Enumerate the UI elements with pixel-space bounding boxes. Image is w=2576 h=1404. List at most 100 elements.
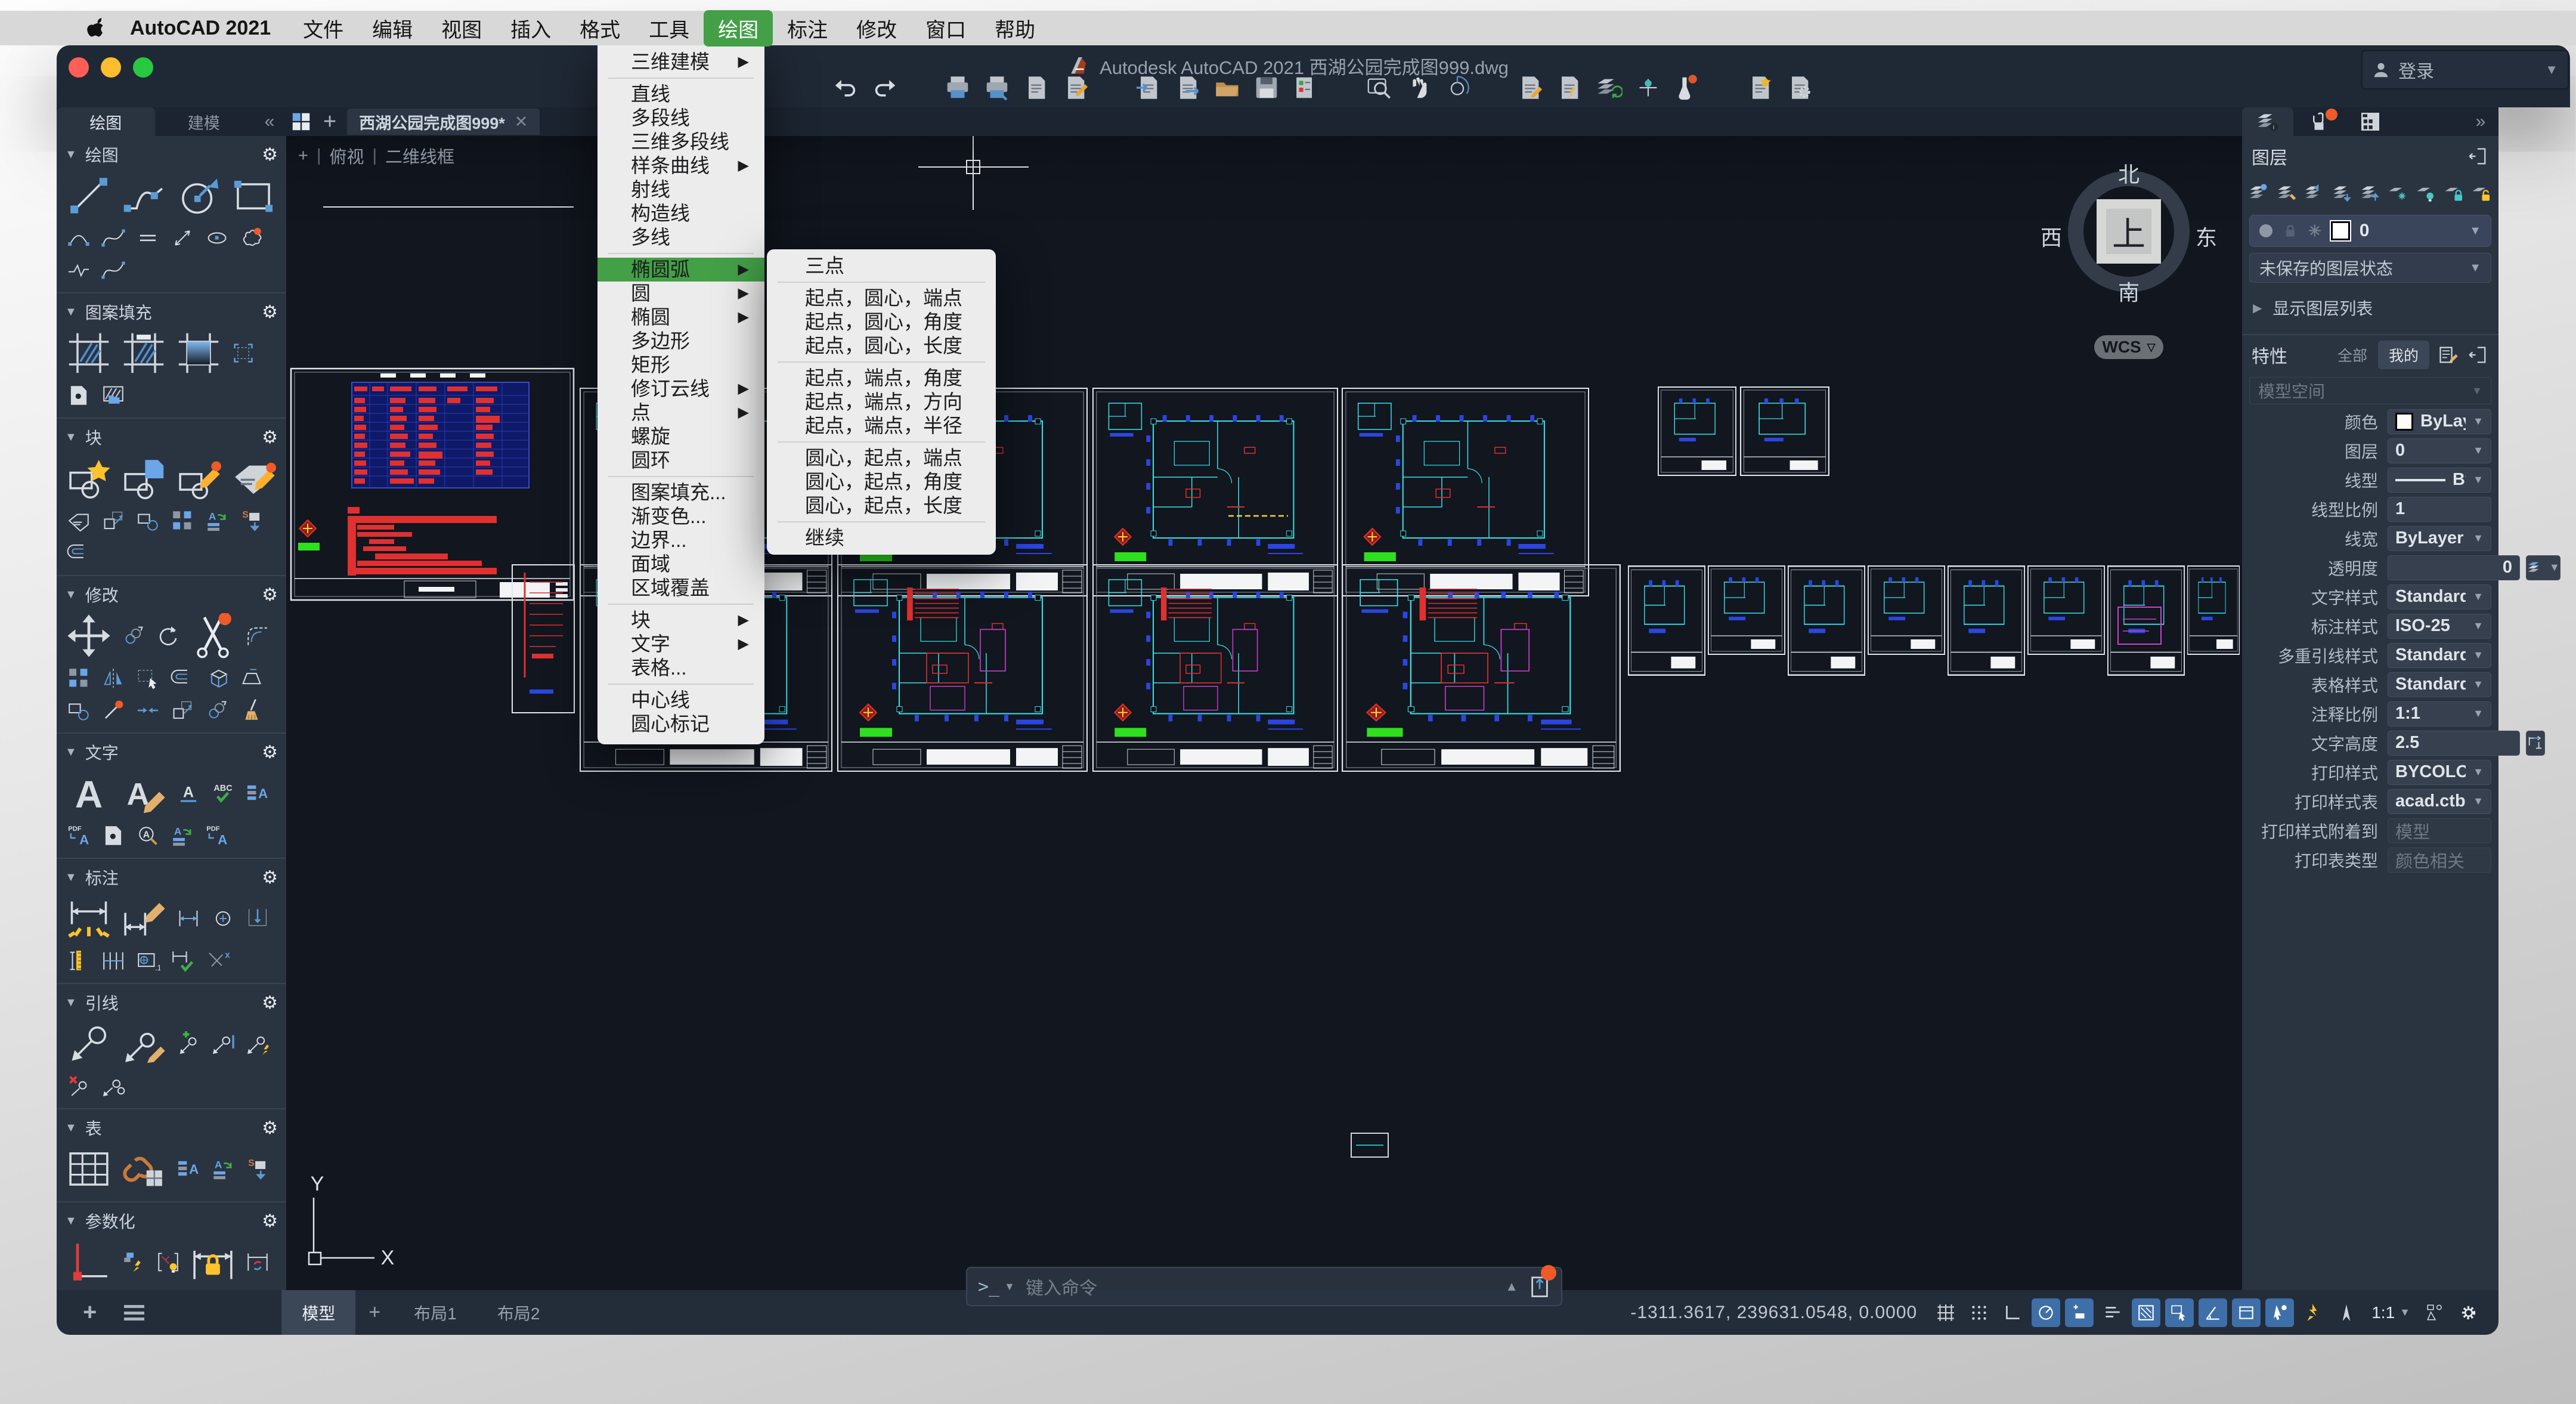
find-text-tool[interactable] [135, 823, 160, 848]
gear-icon[interactable]: ⚙ [262, 427, 278, 448]
layer-properties-icon[interactable] [2276, 181, 2298, 205]
viewcube-east[interactable]: 东 [2196, 221, 2217, 252]
align-tool[interactable] [66, 698, 91, 723]
text-height-input[interactable]: 2.5 [2388, 731, 2520, 756]
plot-style-table-select[interactable]: acad.ctb▼ [2388, 789, 2491, 814]
polyline-tool[interactable] [121, 173, 166, 218]
block-replace-tool[interactable] [66, 540, 91, 565]
snap-toggle[interactable] [1965, 1298, 1993, 1327]
gear-icon[interactable]: ⚙ [262, 1118, 278, 1139]
linetype-select[interactable]: ByLayer▼ [2388, 468, 2491, 493]
chevron-down-icon[interactable]: ▼ [1004, 1281, 1015, 1293]
workspace-switching-toggle[interactable] [2421, 1298, 2450, 1327]
quick-properties-toggle[interactable] [2265, 1298, 2294, 1327]
mtext-tool[interactable] [66, 771, 112, 816]
zoom-window-icon[interactable] [1365, 74, 1392, 101]
viewport-menu-button[interactable]: + [298, 146, 308, 166]
lengthen-tool[interactable] [170, 698, 195, 723]
define-attribute-tool[interactable] [66, 508, 91, 533]
selection-cycling-toggle[interactable] [2165, 1298, 2194, 1327]
new-drawing-tab-button[interactable]: + [317, 109, 342, 135]
menu-item-block[interactable]: 块 [597, 608, 764, 632]
dimension-style-tool[interactable] [66, 948, 91, 973]
menu-item-line[interactable]: 直线 [597, 82, 764, 106]
tolerance-tool[interactable] [135, 948, 160, 973]
tab-layers[interactable]: i [2242, 107, 2293, 136]
chevron-down-icon[interactable]: ▼ [2545, 62, 2558, 78]
command-placeholder[interactable]: 键入命令 [1026, 1273, 1097, 1300]
submenu-item-three-point[interactable]: 三点 [767, 254, 996, 278]
hatch-display-toggle[interactable] [2132, 1298, 2160, 1327]
apple-icon[interactable] [83, 14, 107, 42]
dimension-tool[interactable] [66, 896, 112, 941]
submenu-item-start-end-direction[interactable]: 起点，端点，方向 [767, 390, 996, 414]
menu-item-wipeout[interactable]: 区域覆盖 [597, 576, 764, 600]
object-snap-tracking-toggle[interactable] [2065, 1298, 2094, 1327]
palette-tab-draw[interactable]: 绘图 [57, 107, 155, 136]
menu-item-centerline[interactable]: 中心线 [597, 688, 764, 712]
join-tool[interactable] [135, 698, 160, 723]
text-height-pick-button[interactable] [2526, 731, 2545, 756]
layer-state-select[interactable]: 未保存的图层状态 ▼ [2249, 253, 2491, 283]
dimension-break-tool[interactable] [205, 948, 230, 973]
menu-app-name[interactable]: AutoCAD 2021 [116, 13, 285, 44]
layer-translate-icon[interactable] [1595, 74, 1623, 101]
orbit-icon[interactable] [1444, 74, 1471, 101]
new-sheet-icon[interactable] [1747, 74, 1774, 101]
menu-item-hatch[interactable]: 图案填充... [597, 481, 764, 505]
linetype-scale-input[interactable]: 1 [2388, 497, 2491, 522]
filter-all-button[interactable]: 全部 [2327, 341, 2378, 369]
point-style-icon[interactable] [1634, 74, 1662, 101]
fillet-tool[interactable] [245, 623, 270, 648]
pan-icon[interactable] [1404, 74, 1432, 101]
gradient-tool[interactable] [176, 330, 221, 376]
submenu-item-center-start-end[interactable]: 圆心，起点，端点 [767, 446, 996, 470]
transparency-layer-button[interactable]: ▼ [2526, 555, 2560, 580]
layer-previous-icon[interactable] [2303, 181, 2326, 205]
add-layout-icon[interactable]: + [83, 1299, 97, 1326]
dimension-check-tool[interactable] [170, 948, 195, 973]
redo-icon[interactable] [871, 74, 899, 101]
copy-tool[interactable] [121, 623, 146, 648]
ordinate-dimension-tool[interactable] [245, 906, 270, 931]
arc-tool[interactable] [66, 225, 91, 251]
import-icon[interactable] [1135, 74, 1162, 101]
gear-icon[interactable]: ⚙ [262, 144, 278, 165]
text-style-tool[interactable] [176, 781, 201, 806]
filter-my-button[interactable]: 我的 [2378, 341, 2429, 369]
menu-item-center-mark[interactable]: 圆心标记 [597, 712, 764, 736]
stretch-tool[interactable] [135, 666, 160, 691]
close-tab-icon[interactable]: ✕ [515, 113, 528, 131]
menu-item-polygon[interactable]: 多边形 [597, 329, 764, 353]
polar-tracking-toggle[interactable] [2032, 1298, 2060, 1327]
plot-style-select[interactable]: BYCOLOR▼ [2388, 760, 2491, 785]
menu-item-ellipse-arc-highlighted[interactable]: 椭圆弧 [597, 258, 764, 282]
properties-icon[interactable] [1516, 74, 1544, 101]
linear-dimension-tool[interactable] [176, 906, 201, 931]
update-table-tool[interactable] [210, 1156, 236, 1182]
move-tool[interactable] [66, 613, 112, 658]
remove-leader-tool[interactable] [66, 1074, 91, 1099]
submenu-item-start-center-length[interactable]: 起点，圆心，长度 [767, 334, 996, 358]
rectangle-tool[interactable] [231, 173, 276, 218]
viewcube-south[interactable]: 南 [2118, 276, 2140, 307]
polyline-edit-tool[interactable] [101, 258, 126, 283]
new-layout-button[interactable]: + [355, 1290, 394, 1335]
viewport-controls[interactable]: + |俯视 |二维线框 [298, 143, 454, 168]
menu-item-circle[interactable]: 圆 [597, 282, 764, 305]
unlock-layer-icon[interactable] [2470, 181, 2493, 205]
show-constraints-tool[interactable] [156, 1250, 181, 1275]
revision-cloud-tool[interactable] [239, 225, 264, 251]
layer-visibility-icon[interactable] [2415, 181, 2437, 205]
ortho-toggle[interactable] [1998, 1298, 2027, 1327]
gear-icon[interactable]: ⚙ [262, 1211, 278, 1232]
document-tab[interactable]: 西湖公园完成图999*✕ [347, 109, 540, 135]
pdf-text-settings-tool[interactable] [205, 823, 230, 848]
edit-attribute-tool[interactable] [231, 456, 276, 501]
menu-item-mline[interactable]: 多线 [597, 225, 764, 249]
close-panel-icon[interactable] [2467, 344, 2489, 366]
menu-view[interactable]: 视图 [427, 10, 496, 47]
menu-item-ellipse[interactable]: 椭圆 [597, 305, 764, 329]
leader-edit-tool[interactable] [121, 1021, 166, 1066]
color-select[interactable]: ByLayer▼ [2388, 409, 2491, 434]
